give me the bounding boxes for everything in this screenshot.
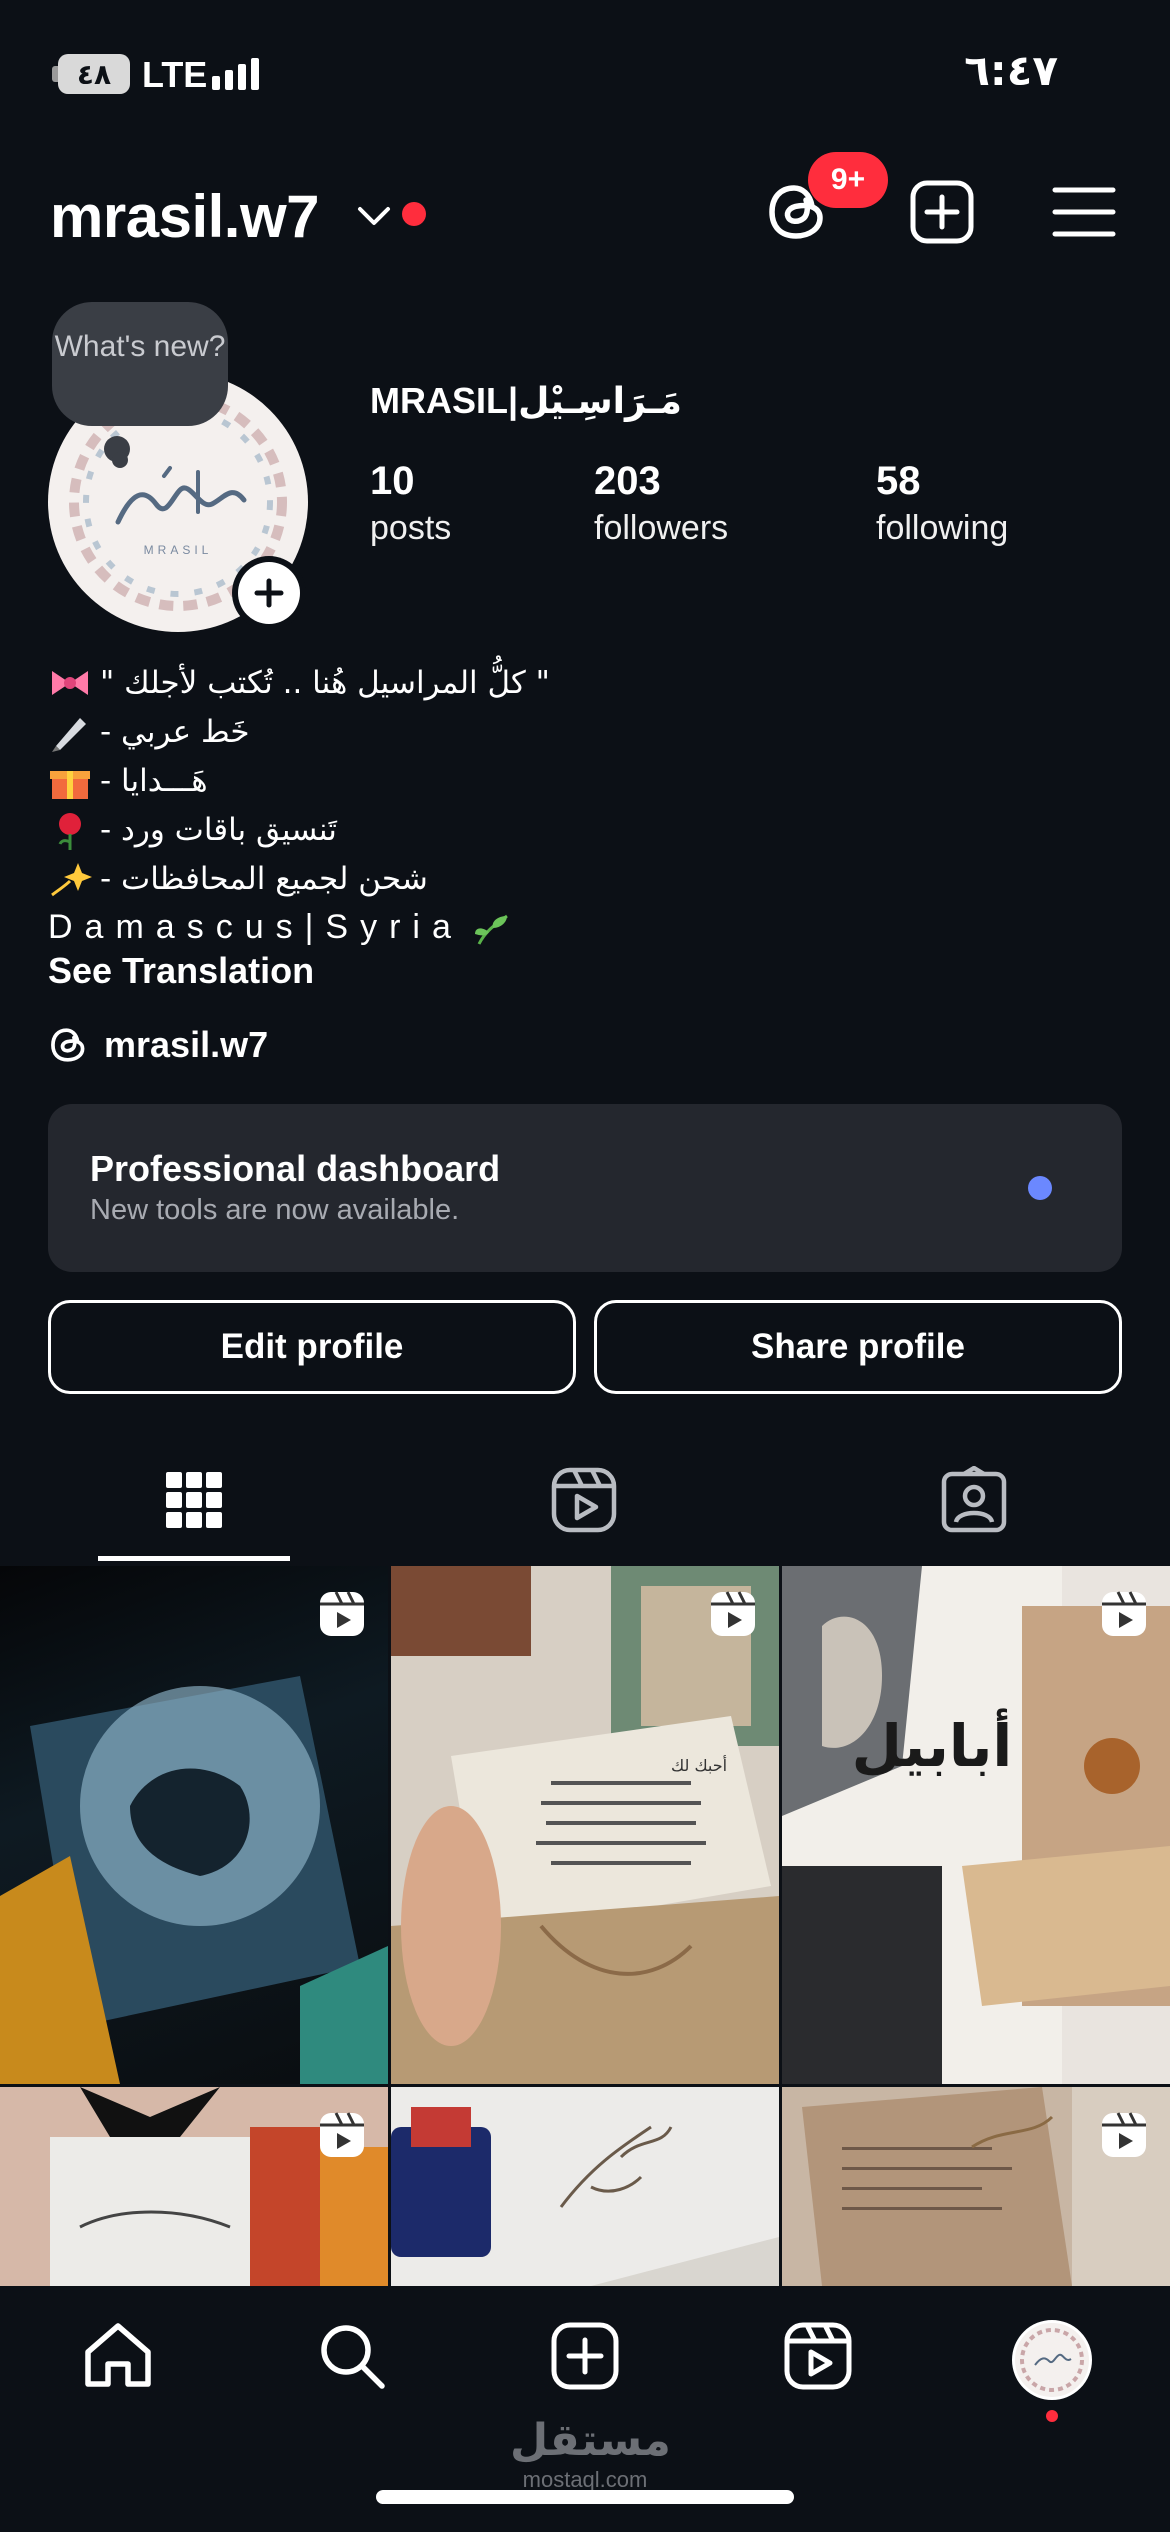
posts-label: posts <box>370 509 452 547</box>
bio-text: " كلُّ المراسيل هُنا .. تُكتب لأجلك " <box>100 664 550 701</box>
post-image <box>391 2107 779 2286</box>
following-count: 58 <box>876 459 921 503</box>
bio: " كلُّ المراسيل هُنا .. تُكتب لأجلك " - … <box>48 658 848 952</box>
notification-dot <box>1046 2410 1058 2422</box>
add-story-button[interactable] <box>232 556 306 630</box>
grid-icon <box>166 1472 222 1528</box>
bio-line: - شحن لجميع المحافظات <box>48 854 848 903</box>
dashboard-subtitle: New tools are now available. <box>90 1194 460 1226</box>
post-thumbnail[interactable] <box>782 2087 1170 2286</box>
threads-profile-link[interactable]: mrasil.w7 <box>48 1024 268 1066</box>
dashboard-title: Professional dashboard <box>90 1148 501 1189</box>
post-thumbnail[interactable]: أحبك لك <box>391 1566 779 2084</box>
nav-search[interactable] <box>312 2316 392 2396</box>
reels-icon <box>784 2322 852 2390</box>
watermark-arabic: مستقل <box>510 2415 671 2466</box>
reel-indicator-icon <box>711 1591 755 1636</box>
threads-icon <box>51 1028 85 1062</box>
mrasil-logo <box>1020 2328 1084 2392</box>
ribbon-icon <box>52 670 88 695</box>
watermark-latin: mostaql.com <box>522 2467 648 2492</box>
posts-count: 10 <box>370 459 415 503</box>
threads-badge: 9+ <box>808 152 888 208</box>
reel-indicator-icon <box>320 2112 364 2157</box>
bio-text: - تَنسيق باقات ورد <box>100 811 337 848</box>
bio-line: - هَـــدايا <box>48 756 848 805</box>
mostaql-watermark: مستقل mostaql.com <box>510 2414 671 2492</box>
reel-indicator-icon <box>1102 1591 1146 1636</box>
chevron-down-icon[interactable] <box>356 204 392 228</box>
nav-reels[interactable] <box>778 2316 858 2396</box>
signal-icon <box>212 58 259 90</box>
battery-indicator: ٤٨ <box>58 54 130 94</box>
network-type: LTE <box>142 54 208 95</box>
bio-location: Damascus|Syria <box>48 908 463 946</box>
professional-dashboard-card[interactable]: Professional dashboard New tools are now… <box>48 1104 1122 1272</box>
bio-text: - هَـــدايا <box>100 762 208 799</box>
post-image: أبابيل <box>782 1566 1170 2084</box>
post-thumbnail[interactable] <box>0 1566 388 2084</box>
clock: ٦:٤٧ <box>964 46 1058 95</box>
tab-reels[interactable] <box>544 1460 624 1540</box>
bio-line: - تَنسيق باقات ورد <box>48 805 848 854</box>
tagged-icon <box>941 1466 1007 1533</box>
create-post-icon[interactable] <box>908 178 976 246</box>
sparkle-icon <box>51 862 92 896</box>
status-bar: ٤٨ LTE ٦:٤٧ <box>0 0 1170 140</box>
note-text: أحبك لك <box>671 1755 727 1775</box>
home-indicator[interactable] <box>376 2490 794 2504</box>
posts-grid: أحبك لك أبابيل <box>0 1566 1170 2286</box>
plus-icon <box>254 578 284 608</box>
share-profile-button[interactable]: Share profile <box>594 1300 1122 1394</box>
gift-icon <box>50 770 90 799</box>
threads-handle: mrasil.w7 <box>104 1024 269 1065</box>
bio-location-line: Damascus|Syria <box>48 903 848 952</box>
post-thumbnail[interactable] <box>0 2087 388 2286</box>
reel-indicator-icon <box>320 1591 364 1636</box>
new-indicator-dot <box>1028 1176 1052 1200</box>
search-icon <box>321 2325 385 2389</box>
note-bubble[interactable]: What's new? <box>52 302 228 426</box>
menu-icon[interactable] <box>1052 184 1116 240</box>
profile-avatar[interactable] <box>1012 2320 1092 2400</box>
seedling-icon <box>474 914 508 945</box>
see-translation-link[interactable]: See Translation <box>48 950 314 992</box>
following-label: following <box>876 509 1009 547</box>
followers-label: followers <box>594 509 729 547</box>
post-image <box>0 1676 388 2084</box>
book-title: أبابيل <box>852 1708 1013 1780</box>
display-name: MRASIL|مَـرَاسِـيْل <box>370 380 682 421</box>
pen-icon <box>52 717 86 752</box>
active-tab-indicator <box>98 1556 290 1561</box>
post-image: أحبك لك <box>391 1566 779 2084</box>
followers-count: 203 <box>594 459 661 503</box>
reels-icon <box>551 1467 617 1533</box>
post-thumbnail[interactable]: أبابيل <box>782 1566 1170 2084</box>
posts-stat[interactable]: 10 posts <box>370 456 451 550</box>
nav-create[interactable] <box>545 2316 625 2396</box>
bio-text: - خَط عربي <box>100 713 250 750</box>
followers-stat[interactable]: 203 followers <box>594 456 728 550</box>
rose-icon <box>58 812 81 850</box>
note-bubble-tail-small <box>112 452 128 468</box>
create-icon <box>551 2322 619 2390</box>
post-thumbnail[interactable] <box>391 2087 779 2286</box>
tab-tagged[interactable] <box>934 1460 1014 1540</box>
notification-dot <box>402 202 426 226</box>
bio-text: - شحن لجميع المحافظات <box>100 860 428 897</box>
bio-line: " كلُّ المراسيل هُنا .. تُكتب لأجلك " <box>48 658 848 707</box>
tab-posts-grid[interactable] <box>154 1460 234 1540</box>
bio-line: - خَط عربي <box>48 707 848 756</box>
following-stat[interactable]: 58 following <box>876 456 1008 550</box>
account-switcher-username[interactable]: mrasil.w7 <box>50 182 320 251</box>
edit-profile-button[interactable]: Edit profile <box>48 1300 576 1394</box>
home-icon <box>85 2323 151 2387</box>
svg-text:MRASIL: MRASIL <box>144 543 213 557</box>
nav-home[interactable] <box>78 2316 158 2396</box>
reel-indicator-icon <box>1102 2112 1146 2157</box>
